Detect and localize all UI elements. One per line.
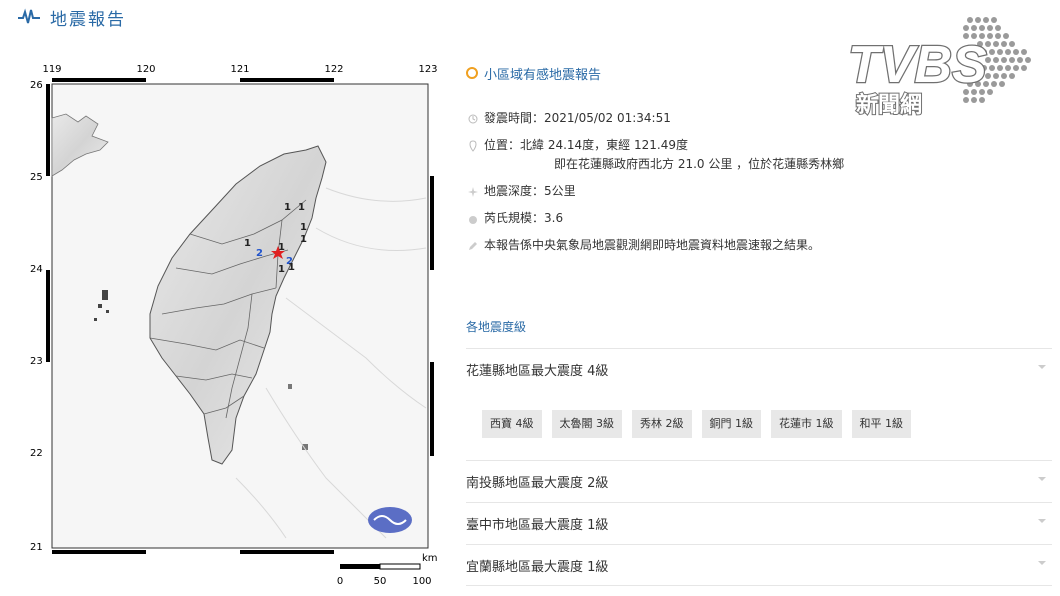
scale-label: 50	[374, 576, 387, 587]
county-row-yilan[interactable]: 宜蘭縣地區最大震度 1級	[466, 544, 1052, 586]
scale-bar: km 0 50 100	[337, 553, 438, 587]
county-row-nantou[interactable]: 南投縣地區最大震度 2級	[466, 460, 1052, 501]
station-label: 1	[298, 202, 305, 213]
lat-tick-25: 25	[30, 172, 43, 183]
town-badge: 銅門 1級	[701, 410, 761, 438]
pencil-icon	[466, 237, 480, 254]
pin-icon	[466, 137, 480, 154]
chevron-down-icon	[1038, 477, 1046, 481]
station-label: 1	[288, 262, 295, 273]
chevron-down-icon	[1038, 561, 1046, 565]
fact-magnitude: 芮氏規模：3.6	[466, 210, 1056, 229]
station-label: 1	[278, 264, 285, 275]
station-label: 1	[300, 222, 307, 233]
fact-location-detail: 即在花蓮縣政府西北方 21.0 公里 ，位於花蓮縣秀林鄉	[554, 157, 845, 171]
station-label: 2	[256, 248, 263, 259]
station-label: 1	[300, 234, 307, 245]
lat-tick-22: 22	[30, 448, 43, 459]
magnitude-icon	[466, 210, 480, 227]
station-label: 1	[284, 202, 291, 213]
lat-tick-24: 24	[30, 264, 43, 275]
station-label: 1	[244, 238, 251, 249]
county-row-taichung[interactable]: 臺中市地區最大震度 1級	[466, 502, 1052, 543]
lon-tick-123: 123	[418, 64, 437, 75]
lat-tick-26: 26	[30, 80, 43, 91]
ring-icon	[466, 67, 478, 79]
chevron-down-icon	[1038, 519, 1046, 523]
page-header: 地震報告	[18, 4, 126, 30]
svg-text:新聞網: 新聞網	[856, 92, 922, 118]
fact-note: 本報告係中央氣象局地震觀測網即時地震資料地震速報之結果。	[466, 237, 1056, 256]
pulse-icon	[18, 8, 40, 24]
fact-location: 位置：北緯 24.14度，東經 121.49度	[466, 137, 1056, 156]
town-badge: 太魯閣 3級	[551, 410, 622, 438]
town-badge: 花蓮市 1級	[771, 410, 842, 438]
lat-tick-21: 21	[30, 542, 43, 553]
report-facts: 發震時間：2021/05/02 01:34:51 位置：北緯 24.14度，東經…	[466, 110, 1056, 256]
lon-tick-122: 122	[324, 64, 343, 75]
svg-text:TVBS: TVBS	[848, 36, 987, 94]
town-badge: 西寶 4級	[482, 410, 542, 438]
clock-icon	[466, 110, 480, 127]
town-list: 西寶 4級 太魯閣 3級 秀林 2級 銅門 1級 花蓮市 1級 和平 1級	[482, 410, 911, 438]
town-badge: 和平 1級	[851, 410, 911, 438]
depth-icon	[466, 183, 480, 200]
cwb-logo	[368, 507, 412, 533]
epicenter-map: 119 120 121 122 123 26 25 24 23 22 21 1 …	[26, 58, 446, 594]
town-badge: 秀林 2級	[632, 410, 692, 438]
lon-tick-120: 120	[136, 64, 155, 75]
green-island	[288, 384, 292, 389]
lat-tick-23: 23	[30, 356, 43, 367]
scale-label: 0	[337, 576, 343, 587]
scale-unit: km	[422, 553, 438, 564]
chevron-down-icon	[1038, 365, 1046, 369]
scale-label: 100	[412, 576, 431, 587]
lon-tick-121: 121	[230, 64, 249, 75]
intensity-section-title: 各地震度級	[466, 320, 527, 334]
tvbs-logo: TVBS 新聞網	[847, 17, 1031, 119]
lon-tick-119: 119	[42, 64, 61, 75]
county-row-hualien[interactable]: 花蓮縣地區最大震度 4級	[466, 348, 1052, 389]
fact-depth: 地震深度：5公里	[466, 183, 1056, 202]
page-title: 地震報告	[50, 9, 126, 30]
